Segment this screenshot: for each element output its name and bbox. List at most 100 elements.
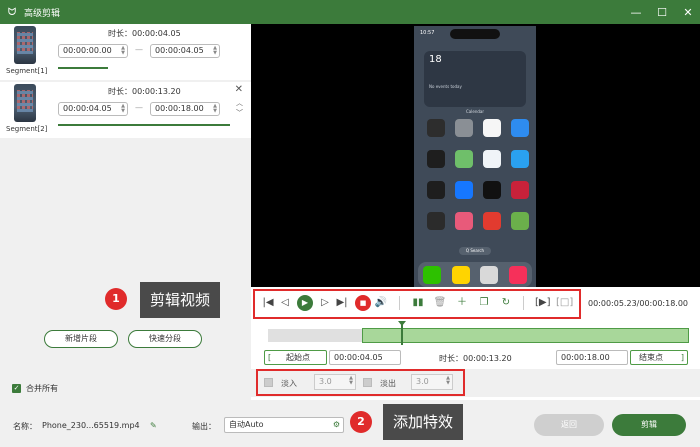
delete-icon[interactable]: 🗑 [433, 296, 447, 310]
duration-label: 时长： [439, 354, 463, 363]
app-icon [455, 119, 473, 137]
stepper-icon[interactable]: ▲ ▼ [349, 376, 353, 386]
output-settings-field[interactable]: 自动Auto ⚙ [224, 417, 344, 433]
fade-out-label: 淡出 [380, 379, 396, 388]
chevron-down-icon[interactable]: ﹀ [236, 108, 243, 118]
player-controls: |◀ ◁ ▶ ▷ ▶| ■ 🔊 ▮▮ 🗑 ＋ ❐ ↻ [▶] [□] 00:00… [251, 287, 700, 321]
quick-split-button[interactable]: 快速分段 [128, 330, 202, 348]
phone-dynamic-island [450, 29, 500, 39]
stepper-icon[interactable]: ▲ ▼ [213, 104, 217, 114]
segment-progress-bar [58, 67, 108, 69]
app-icon [511, 212, 529, 230]
segment-end-field[interactable]: 00:00:18.00 ▲ ▼ [150, 102, 220, 116]
window-title: 高级剪辑 [24, 8, 61, 19]
fade-in-checkbox[interactable] [264, 378, 273, 387]
reset-icon[interactable]: ↻ [499, 296, 513, 310]
title-bar: ᗢ 高级剪辑 — ☐ ✕ [0, 0, 700, 24]
app-icon [427, 181, 445, 199]
duration-label: 时长： [108, 29, 132, 38]
app-icon [483, 181, 501, 199]
app-icon [480, 265, 499, 284]
fade-out-value: 3.0 [416, 377, 429, 386]
jump-to-start-icon[interactable]: |◀ [261, 296, 275, 310]
add-segment-button[interactable]: 新增片段 [44, 330, 118, 348]
output-label: 输出： [192, 422, 216, 431]
checkbox-checked-icon[interactable]: ✓ [12, 384, 21, 393]
app-icon [451, 265, 470, 284]
segment-label: Segment[2] [6, 125, 48, 133]
widget-date: 18 [429, 54, 442, 65]
duration-value: 00:00:04.05 [132, 29, 181, 38]
segment-start-field[interactable]: 00:00:00.00 ▲ ▼ [58, 44, 128, 58]
video-preview: 10:57 18 No events today Calendar Q Sear… [251, 24, 700, 287]
widget-no-events: No events today [429, 84, 462, 89]
segment-label: Segment[1] [6, 67, 48, 75]
start-time-field[interactable]: 00:00:04.05 [329, 350, 401, 365]
app-logo-icon: ᗢ [7, 6, 17, 18]
phone-calendar-widget: 18 No events today [424, 51, 526, 107]
segment-item-1[interactable]: Segment[1] 时长：00:00:04.05 00:00:00.00 ▲ ▼ … [0, 24, 251, 80]
mark-out-icon[interactable]: [□] [556, 296, 573, 310]
add-icon[interactable]: ＋ [455, 296, 469, 310]
step-forward-icon[interactable]: ▷ [318, 296, 332, 310]
volume-icon[interactable]: 🔊 [374, 296, 388, 310]
segment-end-field[interactable]: 00:00:04.05 ▲ ▼ [150, 44, 220, 58]
app-icon [483, 119, 501, 137]
widget-app-name: Calendar [466, 109, 484, 114]
stop-icon[interactable]: ■ [355, 295, 371, 311]
edit-name-icon[interactable]: ✎ [150, 421, 157, 430]
end-value: 00:00:18.00 [155, 104, 204, 113]
app-icon [508, 265, 527, 284]
stepper-icon[interactable]: ▲ ▼ [213, 46, 217, 56]
app-icon [427, 212, 445, 230]
split-icon[interactable]: ▮▮ [411, 296, 425, 310]
fade-out-checkbox[interactable] [363, 378, 372, 387]
maximize-icon[interactable]: ☐ [656, 6, 668, 19]
segment-duration: 时长：00:00:13.20 [108, 86, 181, 97]
segment-item-2[interactable]: Segment[2] 时长：00:00:13.20 ✕ ︿ ﹀ 00:00:04… [0, 82, 251, 138]
copy-icon[interactable]: ❐ [477, 296, 491, 310]
timeline-selection[interactable] [362, 328, 689, 343]
duration-value: 00:00:13.20 [132, 87, 181, 96]
callout-label-2: 添加特效 [383, 404, 464, 440]
step-back-icon[interactable]: ◁ [278, 296, 292, 310]
timeline[interactable] [251, 321, 700, 347]
gear-icon[interactable]: ⚙ [333, 418, 340, 432]
playhead[interactable] [398, 321, 406, 345]
back-button[interactable]: 返回 [534, 414, 604, 436]
start-point-label: 起始点 [286, 353, 310, 362]
fade-out-input[interactable]: 3.0 ▲ ▼ [411, 374, 453, 390]
jump-to-end-icon[interactable]: ▶| [335, 296, 349, 310]
start-time-value: 00:00:04.05 [334, 353, 383, 362]
edit-button[interactable]: 剪辑 [612, 414, 686, 436]
segment-thumbnail [14, 26, 36, 64]
segment-start-field[interactable]: 00:00:04.05 ▲ ▼ [58, 102, 128, 116]
app-icon [511, 150, 529, 168]
mark-in-icon[interactable]: [▶] [535, 296, 551, 310]
range-separator: — [135, 103, 143, 112]
app-icon [483, 150, 501, 168]
segment-duration: 时长：00:00:04.05 [108, 28, 181, 39]
play-icon[interactable]: ▶ [297, 295, 313, 311]
app-icon [455, 150, 473, 168]
chevron-up-icon[interactable]: ︿ [236, 98, 243, 108]
fade-in-input[interactable]: 3.0 ▲ ▼ [314, 374, 356, 390]
set-start-button[interactable]: [ 起始点 [264, 350, 327, 365]
stepper-icon[interactable]: ▲ ▼ [121, 104, 125, 114]
minimize-icon[interactable]: — [630, 6, 642, 19]
callout-number-2: 2 [350, 411, 372, 433]
preview-frame: 10:57 18 No events today Calendar Q Sear… [414, 26, 536, 287]
close-icon[interactable]: ✕ [682, 6, 694, 19]
start-value: 00:00:04.05 [63, 104, 112, 113]
fade-in-value: 3.0 [319, 377, 332, 386]
stepper-icon[interactable]: ▲ ▼ [446, 376, 450, 386]
end-time-field[interactable]: 00:00:18.00 [556, 350, 628, 365]
fade-in-label: 淡入 [281, 379, 297, 388]
remove-segment-icon[interactable]: ✕ [235, 84, 243, 95]
set-end-button[interactable]: 结束点 ] [630, 350, 688, 365]
phone-dock [418, 262, 532, 287]
stepper-icon[interactable]: ▲ ▼ [121, 46, 125, 56]
range-separator: — [135, 45, 143, 54]
phone-search-pill: Q Search [459, 247, 491, 255]
merge-all-checkbox[interactable]: ✓ 合并所有 [12, 383, 58, 394]
